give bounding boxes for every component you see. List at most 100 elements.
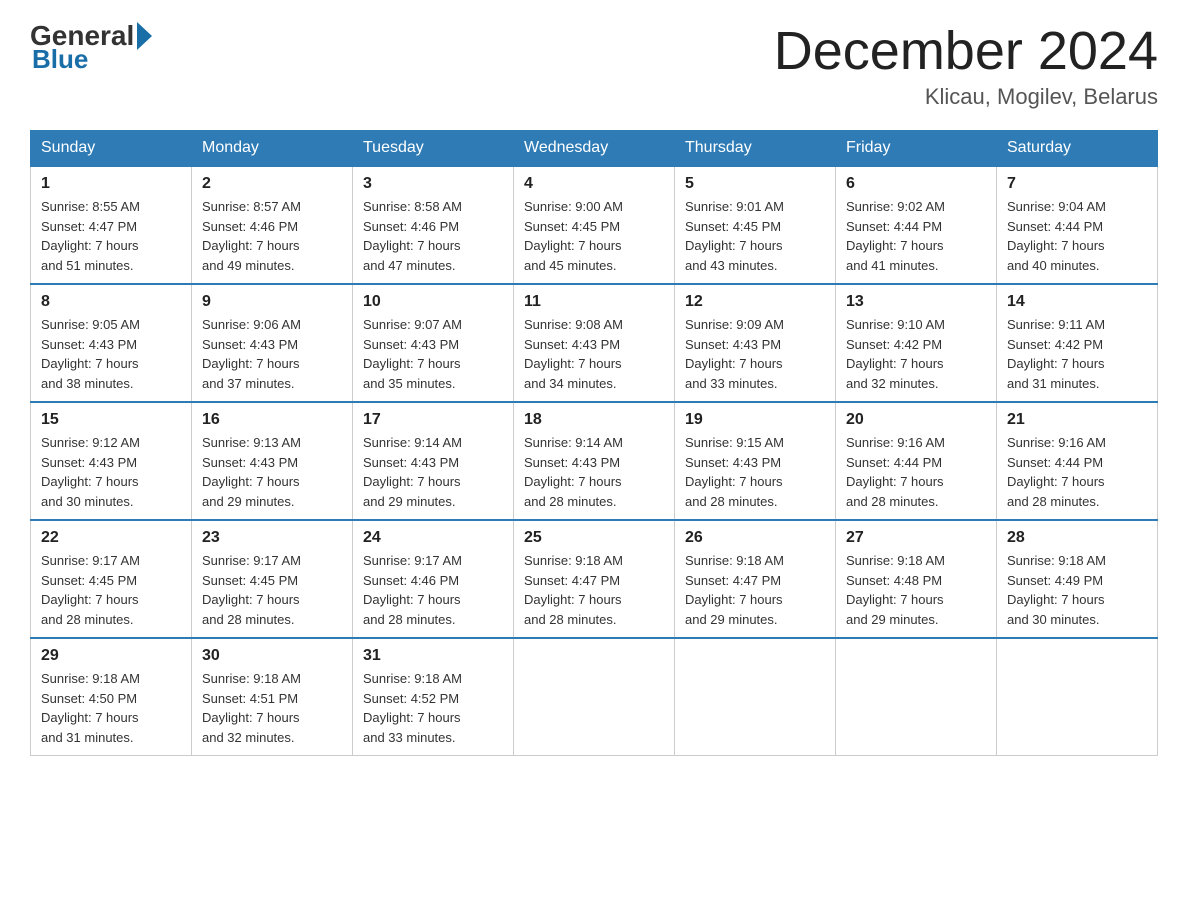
calendar-cell: 24 Sunrise: 9:17 AMSunset: 4:46 PMDaylig…: [353, 520, 514, 638]
day-info: Sunrise: 9:17 AMSunset: 4:46 PMDaylight:…: [363, 553, 462, 627]
calendar-cell: 22 Sunrise: 9:17 AMSunset: 4:45 PMDaylig…: [31, 520, 192, 638]
calendar-cell: 23 Sunrise: 9:17 AMSunset: 4:45 PMDaylig…: [192, 520, 353, 638]
day-number: 3: [363, 175, 503, 193]
day-info: Sunrise: 8:57 AMSunset: 4:46 PMDaylight:…: [202, 199, 301, 273]
day-info: Sunrise: 9:17 AMSunset: 4:45 PMDaylight:…: [41, 553, 140, 627]
calendar-cell: 13 Sunrise: 9:10 AMSunset: 4:42 PMDaylig…: [836, 284, 997, 402]
day-number: 18: [524, 411, 664, 429]
day-info: Sunrise: 9:18 AMSunset: 4:48 PMDaylight:…: [846, 553, 945, 627]
calendar-cell: 4 Sunrise: 9:00 AMSunset: 4:45 PMDayligh…: [514, 166, 675, 284]
day-number: 6: [846, 175, 986, 193]
day-number: 10: [363, 293, 503, 311]
location-text: Klicau, Mogilev, Belarus: [774, 84, 1158, 110]
day-number: 28: [1007, 529, 1147, 547]
day-number: 20: [846, 411, 986, 429]
day-info: Sunrise: 9:04 AMSunset: 4:44 PMDaylight:…: [1007, 199, 1106, 273]
header-thursday: Thursday: [675, 131, 836, 167]
day-number: 25: [524, 529, 664, 547]
calendar-cell: 28 Sunrise: 9:18 AMSunset: 4:49 PMDaylig…: [997, 520, 1158, 638]
day-info: Sunrise: 9:18 AMSunset: 4:51 PMDaylight:…: [202, 671, 301, 745]
calendar-cell: 8 Sunrise: 9:05 AMSunset: 4:43 PMDayligh…: [31, 284, 192, 402]
day-number: 24: [363, 529, 503, 547]
calendar-table: Sunday Monday Tuesday Wednesday Thursday…: [30, 130, 1158, 756]
month-title: December 2024: [774, 20, 1158, 82]
logo-blue-text: Blue: [32, 44, 88, 74]
calendar-cell: 3 Sunrise: 8:58 AMSunset: 4:46 PMDayligh…: [353, 166, 514, 284]
day-number: 31: [363, 647, 503, 665]
day-info: Sunrise: 9:09 AMSunset: 4:43 PMDaylight:…: [685, 317, 784, 391]
calendar-cell: 27 Sunrise: 9:18 AMSunset: 4:48 PMDaylig…: [836, 520, 997, 638]
calendar-cell: 17 Sunrise: 9:14 AMSunset: 4:43 PMDaylig…: [353, 402, 514, 520]
day-number: 5: [685, 175, 825, 193]
day-number: 4: [524, 175, 664, 193]
header-monday: Monday: [192, 131, 353, 167]
day-number: 30: [202, 647, 342, 665]
day-info: Sunrise: 9:08 AMSunset: 4:43 PMDaylight:…: [524, 317, 623, 391]
day-number: 29: [41, 647, 181, 665]
day-info: Sunrise: 9:18 AMSunset: 4:47 PMDaylight:…: [524, 553, 623, 627]
header-sunday: Sunday: [31, 131, 192, 167]
calendar-cell: 16 Sunrise: 9:13 AMSunset: 4:43 PMDaylig…: [192, 402, 353, 520]
calendar-cell: 15 Sunrise: 9:12 AMSunset: 4:43 PMDaylig…: [31, 402, 192, 520]
day-number: 8: [41, 293, 181, 311]
day-number: 7: [1007, 175, 1147, 193]
header-saturday: Saturday: [997, 131, 1158, 167]
calendar-cell: [675, 638, 836, 756]
day-info: Sunrise: 8:55 AMSunset: 4:47 PMDaylight:…: [41, 199, 140, 273]
day-info: Sunrise: 9:14 AMSunset: 4:43 PMDaylight:…: [524, 435, 623, 509]
day-number: 13: [846, 293, 986, 311]
header-friday: Friday: [836, 131, 997, 167]
calendar-cell: 9 Sunrise: 9:06 AMSunset: 4:43 PMDayligh…: [192, 284, 353, 402]
day-info: Sunrise: 9:16 AMSunset: 4:44 PMDaylight:…: [846, 435, 945, 509]
calendar-cell: [997, 638, 1158, 756]
header-tuesday: Tuesday: [353, 131, 514, 167]
day-number: 16: [202, 411, 342, 429]
calendar-cell: 18 Sunrise: 9:14 AMSunset: 4:43 PMDaylig…: [514, 402, 675, 520]
calendar-header: Sunday Monday Tuesday Wednesday Thursday…: [31, 131, 1158, 167]
day-number: 9: [202, 293, 342, 311]
day-info: Sunrise: 9:12 AMSunset: 4:43 PMDaylight:…: [41, 435, 140, 509]
day-number: 22: [41, 529, 181, 547]
calendar-cell: [836, 638, 997, 756]
day-number: 1: [41, 175, 181, 193]
calendar-cell: 6 Sunrise: 9:02 AMSunset: 4:44 PMDayligh…: [836, 166, 997, 284]
day-info: Sunrise: 9:13 AMSunset: 4:43 PMDaylight:…: [202, 435, 301, 509]
day-number: 23: [202, 529, 342, 547]
calendar-cell: 10 Sunrise: 9:07 AMSunset: 4:43 PMDaylig…: [353, 284, 514, 402]
day-info: Sunrise: 8:58 AMSunset: 4:46 PMDaylight:…: [363, 199, 462, 273]
logo: General Blue: [30, 20, 155, 75]
day-info: Sunrise: 9:05 AMSunset: 4:43 PMDaylight:…: [41, 317, 140, 391]
day-number: 11: [524, 293, 664, 311]
calendar-cell: 21 Sunrise: 9:16 AMSunset: 4:44 PMDaylig…: [997, 402, 1158, 520]
calendar-body: 1 Sunrise: 8:55 AMSunset: 4:47 PMDayligh…: [31, 166, 1158, 756]
calendar-cell: 11 Sunrise: 9:08 AMSunset: 4:43 PMDaylig…: [514, 284, 675, 402]
calendar-cell: 12 Sunrise: 9:09 AMSunset: 4:43 PMDaylig…: [675, 284, 836, 402]
calendar-cell: 29 Sunrise: 9:18 AMSunset: 4:50 PMDaylig…: [31, 638, 192, 756]
calendar-cell: 2 Sunrise: 8:57 AMSunset: 4:46 PMDayligh…: [192, 166, 353, 284]
day-info: Sunrise: 9:10 AMSunset: 4:42 PMDaylight:…: [846, 317, 945, 391]
day-info: Sunrise: 9:02 AMSunset: 4:44 PMDaylight:…: [846, 199, 945, 273]
calendar-cell: 25 Sunrise: 9:18 AMSunset: 4:47 PMDaylig…: [514, 520, 675, 638]
day-info: Sunrise: 9:11 AMSunset: 4:42 PMDaylight:…: [1007, 317, 1105, 391]
calendar-cell: 31 Sunrise: 9:18 AMSunset: 4:52 PMDaylig…: [353, 638, 514, 756]
day-info: Sunrise: 9:06 AMSunset: 4:43 PMDaylight:…: [202, 317, 301, 391]
title-section: December 2024 Klicau, Mogilev, Belarus: [774, 20, 1158, 110]
day-number: 14: [1007, 293, 1147, 311]
calendar-cell: 14 Sunrise: 9:11 AMSunset: 4:42 PMDaylig…: [997, 284, 1158, 402]
day-info: Sunrise: 9:01 AMSunset: 4:45 PMDaylight:…: [685, 199, 784, 273]
logo-arrow-icon: [137, 22, 152, 50]
calendar-cell: 1 Sunrise: 8:55 AMSunset: 4:47 PMDayligh…: [31, 166, 192, 284]
day-info: Sunrise: 9:18 AMSunset: 4:50 PMDaylight:…: [41, 671, 140, 745]
calendar-cell: 26 Sunrise: 9:18 AMSunset: 4:47 PMDaylig…: [675, 520, 836, 638]
day-number: 21: [1007, 411, 1147, 429]
day-number: 17: [363, 411, 503, 429]
day-info: Sunrise: 9:18 AMSunset: 4:52 PMDaylight:…: [363, 671, 462, 745]
day-info: Sunrise: 9:18 AMSunset: 4:49 PMDaylight:…: [1007, 553, 1106, 627]
calendar-cell: 19 Sunrise: 9:15 AMSunset: 4:43 PMDaylig…: [675, 402, 836, 520]
day-number: 27: [846, 529, 986, 547]
day-number: 12: [685, 293, 825, 311]
calendar-cell: 7 Sunrise: 9:04 AMSunset: 4:44 PMDayligh…: [997, 166, 1158, 284]
calendar-cell: 5 Sunrise: 9:01 AMSunset: 4:45 PMDayligh…: [675, 166, 836, 284]
day-number: 15: [41, 411, 181, 429]
day-info: Sunrise: 9:17 AMSunset: 4:45 PMDaylight:…: [202, 553, 301, 627]
